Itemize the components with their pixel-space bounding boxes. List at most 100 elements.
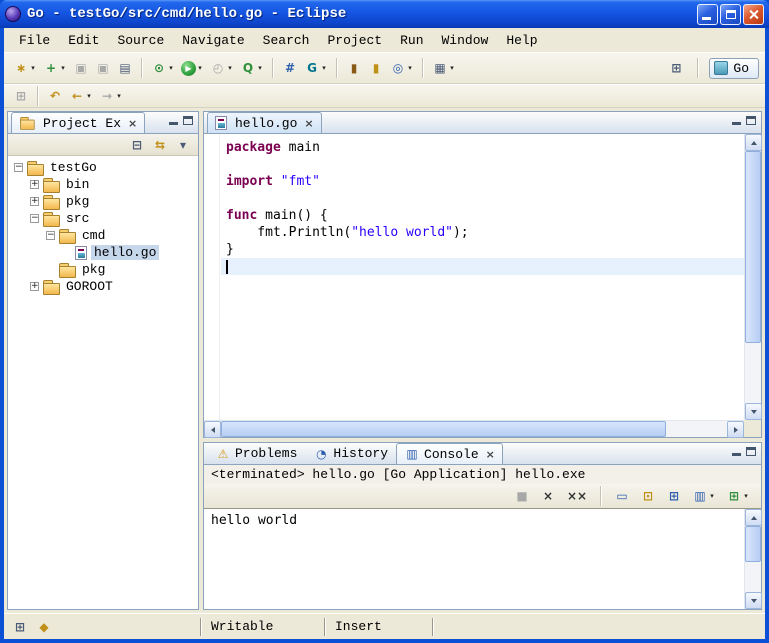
last-edit-location-button[interactable]: ↶ xyxy=(44,84,66,108)
current-line[interactable] xyxy=(221,258,744,275)
view-menu-icon[interactable]: ▾ xyxy=(175,137,191,153)
tab-console[interactable]: ▥ Console × xyxy=(396,443,503,464)
dropdown-caret-icon[interactable]: ▾ xyxy=(448,64,456,72)
close-editor-icon[interactable]: × xyxy=(304,117,313,130)
maximize-view-button[interactable] xyxy=(183,114,193,129)
dropdown-caret-icon[interactable]: ▾ xyxy=(196,64,204,72)
back-button[interactable]: ←▾ xyxy=(66,84,96,108)
maximize-view-button[interactable] xyxy=(746,114,756,129)
dropdown-caret-icon[interactable]: ▾ xyxy=(167,64,175,72)
dropdown-caret-icon[interactable]: ▾ xyxy=(85,92,93,100)
debug-button[interactable]: ⊙▾ xyxy=(148,56,178,80)
display-selected-console-button[interactable]: ▥▾ xyxy=(689,484,719,508)
minimize-view-button[interactable] xyxy=(732,445,741,460)
expander-icon[interactable]: + xyxy=(30,282,39,291)
editor-vertical-scrollbar[interactable] xyxy=(744,134,761,420)
code-line[interactable] xyxy=(221,156,744,173)
link-with-editor-icon[interactable]: ⇆ xyxy=(152,137,168,153)
console-vertical-scrollbar[interactable] xyxy=(744,509,761,609)
menu-help[interactable]: Help xyxy=(497,31,546,50)
tree-item-cmd[interactable]: − cmd xyxy=(8,227,198,244)
tab-history[interactable]: ◔ History xyxy=(305,443,396,464)
fast-view-icon[interactable]: ⊞ xyxy=(12,619,28,635)
menu-source[interactable]: Source xyxy=(108,31,173,50)
dropdown-caret-icon[interactable]: ▾ xyxy=(406,64,414,72)
tab-project-explorer[interactable]: Project Ex × xyxy=(11,112,145,133)
remove-launch-button[interactable]: × xyxy=(537,484,559,508)
menu-file[interactable]: File xyxy=(10,31,59,50)
menu-window[interactable]: Window xyxy=(433,31,498,50)
team-button[interactable]: ▦▾ xyxy=(429,56,459,80)
dropdown-caret-icon[interactable]: ▾ xyxy=(226,64,234,72)
collapse-all-icon[interactable]: ⊟ xyxy=(129,137,145,153)
menu-search[interactable]: Search xyxy=(254,31,319,50)
code-line[interactable]: func main() { xyxy=(221,207,744,224)
tree-item-pkg[interactable]: + pkg xyxy=(8,193,198,210)
clear-console-button[interactable]: ▭ xyxy=(611,484,633,508)
key-icon[interactable]: ◆ xyxy=(36,619,52,635)
dropdown-caret-icon[interactable]: ▾ xyxy=(59,64,67,72)
minimize-button[interactable] xyxy=(697,4,718,25)
print-button[interactable]: ▤ xyxy=(114,56,136,80)
tree-item-hello-go[interactable]: hello.go xyxy=(8,244,198,261)
go-build-button[interactable]: # xyxy=(279,56,301,80)
scroll-right-button[interactable] xyxy=(727,421,744,438)
open-perspective-button[interactable]: ⊞ xyxy=(665,56,687,80)
minimize-view-button[interactable] xyxy=(169,114,178,129)
dropdown-caret-icon[interactable]: ▾ xyxy=(742,492,750,500)
maximize-view-button[interactable] xyxy=(746,445,756,460)
pin-console-button[interactable]: ⊞ xyxy=(663,484,685,508)
menu-navigate[interactable]: Navigate xyxy=(173,31,253,50)
scroll-left-button[interactable] xyxy=(204,421,221,438)
scroll-up-button[interactable] xyxy=(745,134,762,151)
open-type-button[interactable]: ▮ xyxy=(343,56,365,80)
code-area[interactable]: package main import "fmt" func main() { … xyxy=(221,134,744,420)
run-button[interactable]: ▶▾ xyxy=(178,56,207,80)
tree-item-bin[interactable]: + bin xyxy=(8,176,198,193)
tab-hello-go[interactable]: hello.go × xyxy=(207,112,322,133)
new-wizard-button[interactable]: ∗▾ xyxy=(10,56,40,80)
scrollbar-track[interactable] xyxy=(221,421,727,437)
code-line[interactable]: package main xyxy=(221,139,744,156)
dropdown-caret-icon[interactable]: ▾ xyxy=(256,64,264,72)
go-menu-button[interactable]: G▾ xyxy=(301,56,331,80)
annotation-ruler[interactable] xyxy=(204,134,220,420)
scroll-lock-button[interactable]: ⊡ xyxy=(637,484,659,508)
menu-edit[interactable]: Edit xyxy=(59,31,108,50)
new-element-button[interactable]: +▾ xyxy=(40,56,70,80)
scrollbar-thumb[interactable] xyxy=(221,421,666,437)
scroll-down-button[interactable] xyxy=(745,403,762,420)
editor-body[interactable]: package main import "fmt" func main() { … xyxy=(204,134,761,437)
tree-item-src-pkg[interactable]: pkg xyxy=(8,261,198,278)
scrollbar-track[interactable] xyxy=(745,526,761,592)
maximize-button[interactable] xyxy=(720,4,741,25)
scrollbar-thumb[interactable] xyxy=(745,526,761,562)
editor-horizontal-scrollbar[interactable] xyxy=(204,420,744,437)
search-button[interactable]: ◎▾ xyxy=(387,56,417,80)
dropdown-caret-icon[interactable]: ▾ xyxy=(29,64,37,72)
tree-item-testGo[interactable]: − testGo xyxy=(8,159,198,176)
console-output[interactable]: hello world xyxy=(204,509,744,609)
tree-item-GOROOT[interactable]: + GOROOT xyxy=(8,278,198,295)
dropdown-caret-icon[interactable]: ▾ xyxy=(320,64,328,72)
dropdown-caret-icon[interactable]: ▾ xyxy=(115,92,123,100)
scroll-up-button[interactable] xyxy=(745,509,762,526)
scroll-down-button[interactable] xyxy=(745,592,762,609)
code-line[interactable] xyxy=(221,190,744,207)
dropdown-caret-icon[interactable]: ▾ xyxy=(708,492,716,500)
external-tools-button[interactable]: Q▾ xyxy=(237,56,267,80)
code-line[interactable]: } xyxy=(221,241,744,258)
scrollbar-thumb[interactable] xyxy=(745,151,761,343)
menu-run[interactable]: Run xyxy=(391,31,432,50)
code-line[interactable]: import "fmt" xyxy=(221,173,744,190)
close-view-icon[interactable]: × xyxy=(486,448,495,461)
open-resource-button[interactable]: ▮ xyxy=(365,56,387,80)
expander-icon[interactable]: + xyxy=(30,197,39,206)
tab-problems[interactable]: ⚠ Problems xyxy=(207,443,305,464)
scrollbar-track[interactable] xyxy=(745,151,761,403)
minimize-view-button[interactable] xyxy=(732,114,741,129)
go-perspective-button[interactable]: Go xyxy=(709,58,759,79)
expander-icon[interactable]: − xyxy=(46,231,55,240)
expander-icon[interactable]: − xyxy=(30,214,39,223)
close-button[interactable] xyxy=(743,4,764,25)
